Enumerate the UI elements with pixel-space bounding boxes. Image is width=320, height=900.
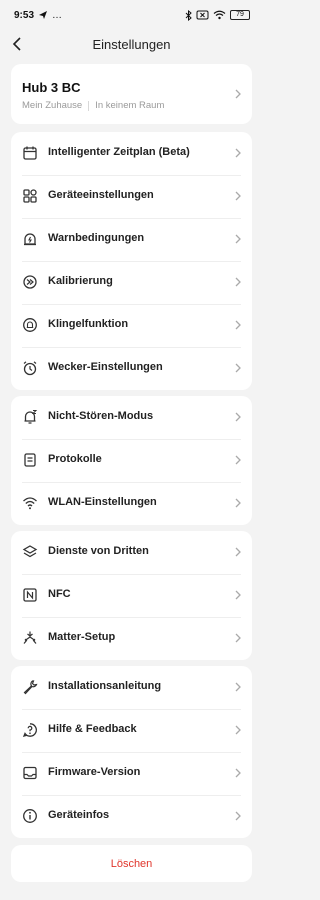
menu-item-do-not-disturb[interactable]: Nicht-Stören-Modus	[11, 396, 252, 439]
menu-item-device-info[interactable]: Geräteinfos	[11, 795, 252, 838]
menu-item-label: Firmware-Version	[48, 766, 141, 778]
hub-room: In keinem Raum	[95, 100, 165, 111]
chevron-right-icon	[235, 148, 241, 158]
menu-item-wlan-settings[interactable]: WLAN-Einstellungen	[11, 482, 252, 525]
help-icon	[22, 723, 37, 737]
hub-name: Hub 3 BC	[22, 80, 81, 95]
menu-item-label: Protokolle	[48, 453, 102, 465]
chevron-right-icon	[235, 633, 241, 643]
chevron-right-icon	[235, 455, 241, 465]
wrench-icon	[23, 680, 38, 695]
chevron-right-icon	[235, 547, 241, 557]
hub-home: Mein Zuhause	[22, 100, 83, 111]
menu-item-alarm-settings[interactable]: Wecker-Einstellungen	[11, 347, 252, 390]
status-right: 79	[185, 9, 250, 21]
firmware-icon	[23, 766, 37, 780]
menu-item-label: NFC	[48, 588, 71, 600]
menu-item-calibration[interactable]: Kalibrierung	[11, 261, 252, 304]
matter-icon	[23, 631, 37, 644]
menu-item-label: Hilfe & Feedback	[48, 723, 137, 735]
menu-item-label: Intelligenter Zeitplan (Beta)	[48, 146, 190, 158]
menu-item-smart-schedule[interactable]: Intelligenter Zeitplan (Beta)	[11, 132, 252, 175]
settings-group-1: Intelligenter Zeitplan (Beta) Geräteeins…	[11, 132, 252, 390]
menu-item-logs[interactable]: Protokolle	[11, 439, 252, 482]
bluetooth-icon	[185, 9, 192, 21]
menu-item-nfc[interactable]: NFC	[11, 574, 252, 617]
settings-group-3: Dienste von Dritten NFC Matter-Setup	[11, 531, 252, 660]
menu-item-doorbell[interactable]: Klingelfunktion	[11, 304, 252, 347]
document-icon	[24, 453, 36, 467]
status-left: 9:53 …	[14, 10, 62, 21]
menu-item-third-party-services[interactable]: Dienste von Dritten	[11, 531, 252, 574]
chevron-right-icon	[235, 811, 241, 821]
menu-item-label: Geräteeinstellungen	[48, 189, 154, 201]
status-time: 9:53	[14, 9, 35, 21]
alarm-clock-icon	[23, 361, 37, 376]
grid-icon	[23, 189, 37, 203]
bell-off-icon	[24, 410, 38, 424]
menu-item-matter-setup[interactable]: Matter-Setup	[11, 617, 252, 660]
chevron-right-icon	[235, 363, 241, 373]
layers-icon	[22, 545, 38, 558]
chevron-right-icon	[235, 234, 241, 244]
menu-item-installation-guide[interactable]: Installationsanleitung	[11, 666, 252, 709]
menu-item-label: Matter-Setup	[48, 631, 116, 643]
menu-item-help-feedback[interactable]: Hilfe & Feedback	[11, 709, 252, 752]
send-icon	[38, 10, 48, 20]
chevron-right-icon	[235, 412, 241, 422]
chevron-right-icon	[235, 191, 241, 201]
sim-off-icon	[196, 10, 209, 20]
menu-item-firmware-version[interactable]: Firmware-Version	[11, 752, 252, 795]
chevron-right-icon	[235, 682, 241, 692]
calendar-icon	[23, 146, 37, 160]
chevron-right-icon	[235, 725, 241, 735]
menu-item-device-settings[interactable]: Geräteeinstellungen	[11, 175, 252, 218]
page-title: Einstellungen	[92, 36, 171, 52]
back-button[interactable]	[8, 35, 26, 53]
calibration-icon	[23, 275, 37, 289]
chevron-right-icon	[235, 320, 241, 330]
status-bar: 9:53 … 79	[0, 0, 263, 30]
menu-item-label: Installationsanleitung	[48, 680, 162, 692]
chevron-right-icon	[235, 590, 241, 600]
chevron-left-icon	[12, 37, 21, 51]
menu-item-label: Wecker-Einstellungen	[48, 361, 163, 373]
delete-label: Löschen	[110, 857, 153, 870]
menu-item-alert-conditions[interactable]: Warnbedingungen	[11, 218, 252, 261]
info-icon	[23, 809, 37, 823]
status-extra: …	[52, 9, 63, 21]
battery-indicator: 79	[230, 10, 250, 20]
menu-item-label: Klingelfunktion	[48, 318, 129, 330]
menu-item-label: Kalibrierung	[48, 275, 113, 287]
hub-location: Mein Zuhause In keinem Raum	[22, 100, 164, 111]
settings-group-4: Installationsanleitung Hilfe & Feedback …	[11, 666, 252, 838]
menu-item-label: WLAN-Einstellungen	[48, 496, 157, 508]
divider	[88, 100, 90, 111]
menu-item-label: Geräteinfos	[48, 809, 110, 821]
chevron-right-icon	[235, 768, 241, 778]
bell-circle-icon	[23, 318, 37, 332]
delete-button[interactable]: Löschen	[11, 845, 252, 882]
hub-card[interactable]: Hub 3 BC Mein Zuhause In keinem Raum	[11, 64, 252, 124]
alert-icon	[24, 233, 36, 246]
menu-item-label: Dienste von Dritten	[48, 545, 149, 557]
chevron-right-icon	[235, 277, 241, 287]
nfc-icon	[23, 588, 37, 602]
settings-group-2: Nicht-Stören-Modus Protokolle WLAN-Einst…	[11, 396, 252, 525]
chevron-right-icon	[235, 89, 241, 99]
chevron-right-icon	[235, 498, 241, 508]
wifi-icon	[23, 497, 37, 510]
menu-item-label: Nicht-Stören-Modus	[48, 410, 154, 422]
menu-item-label: Warnbedingungen	[48, 232, 145, 244]
nav-bar: Einstellungen	[0, 30, 263, 58]
wifi-status-icon	[213, 10, 226, 20]
